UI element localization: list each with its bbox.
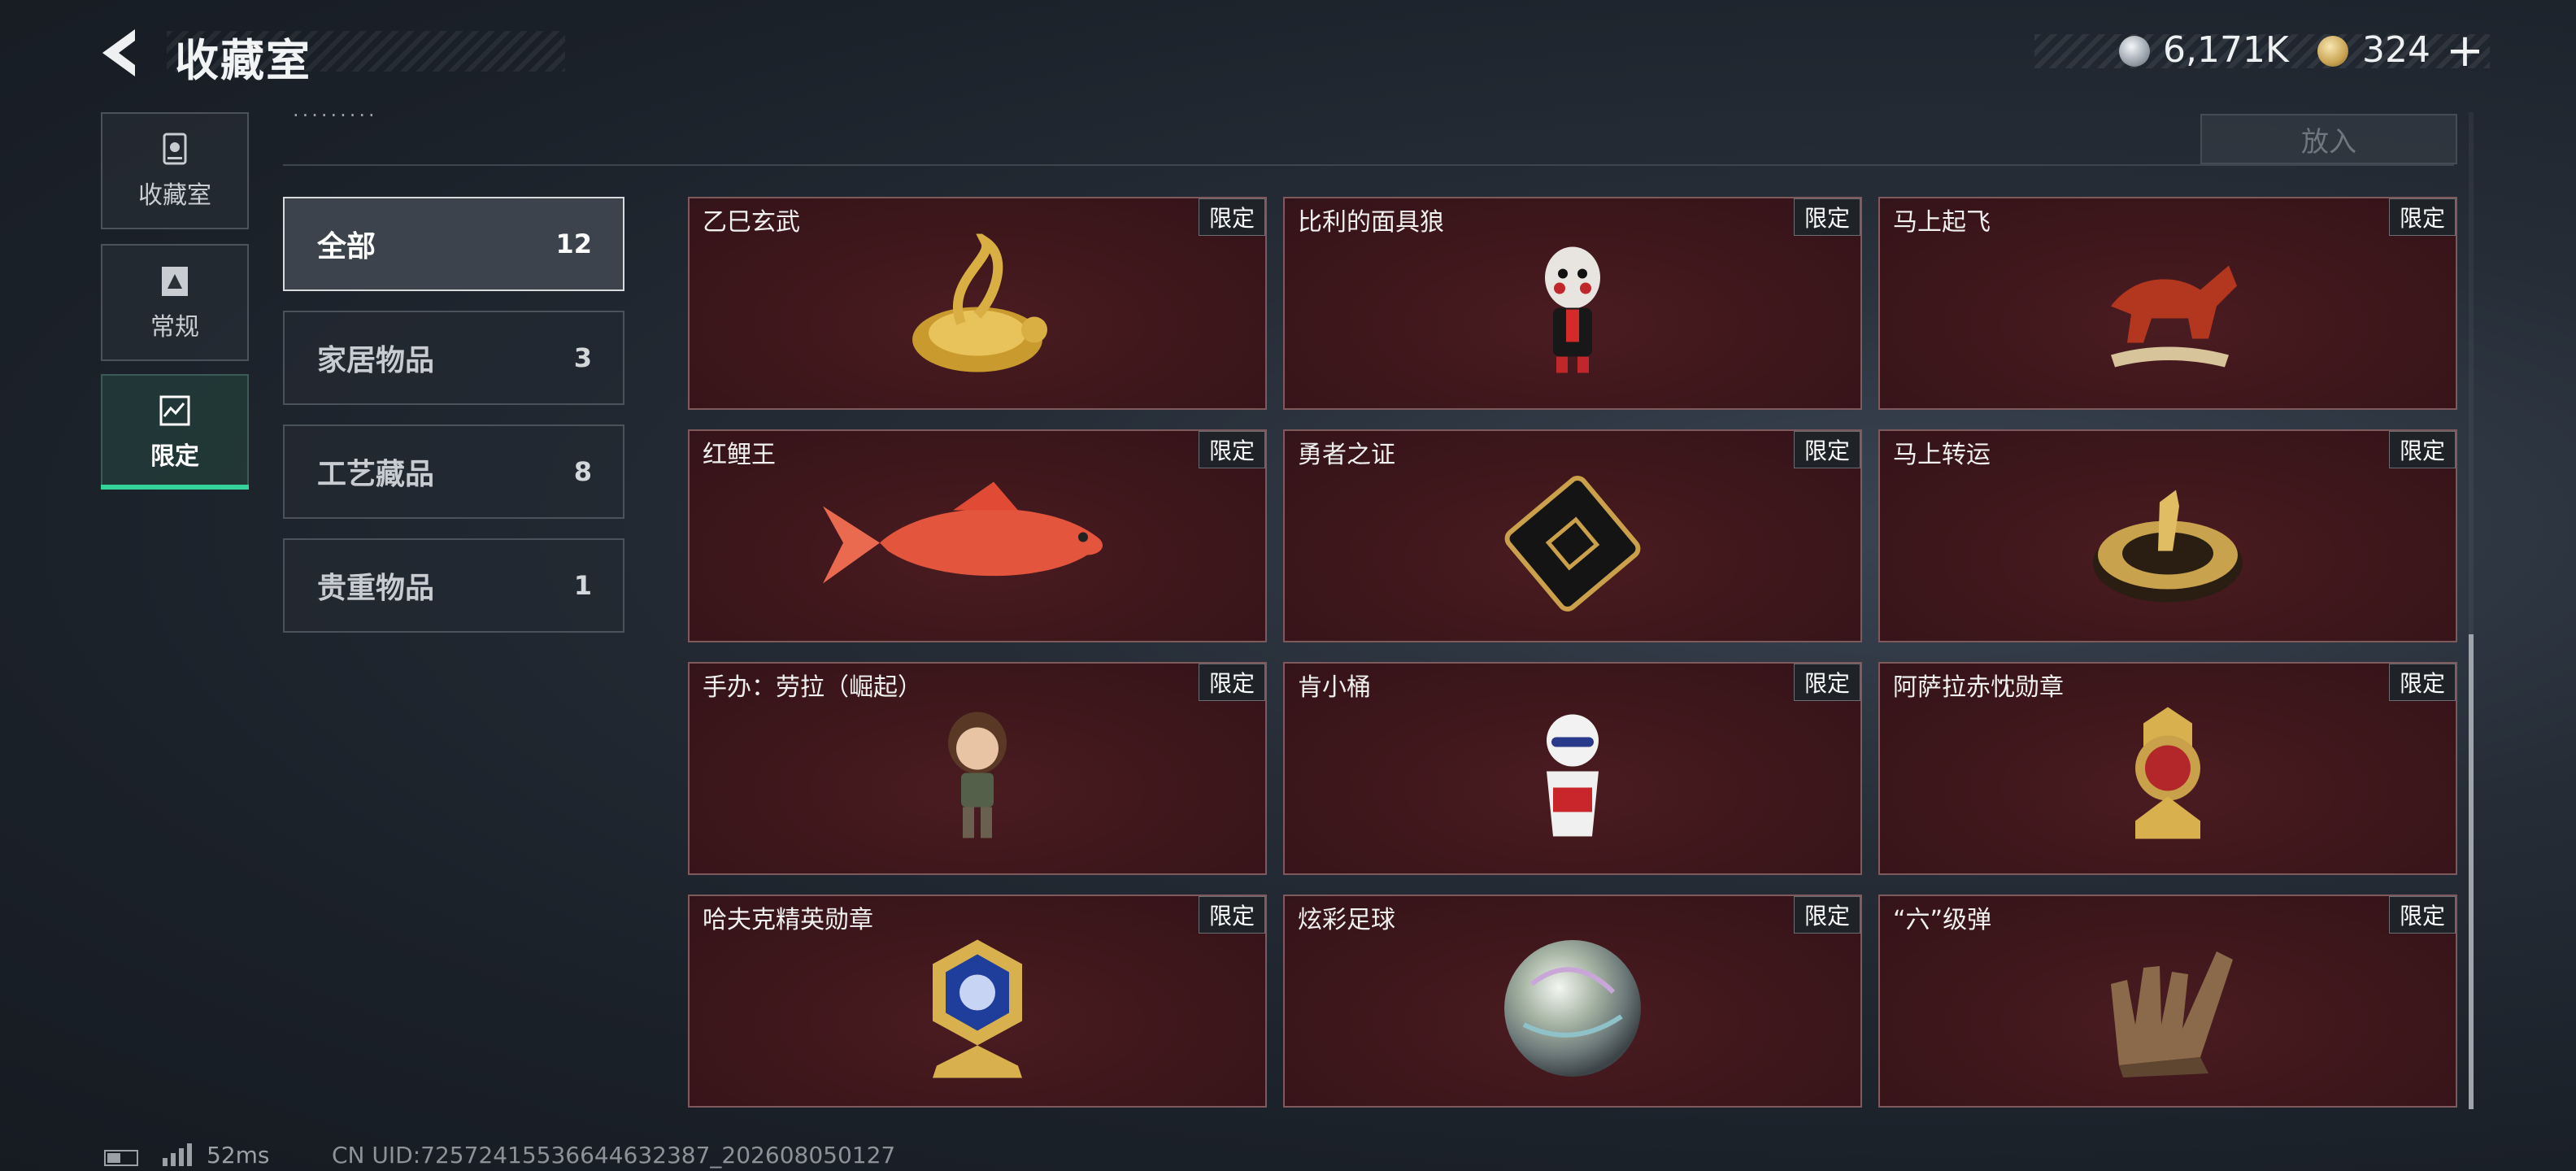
item-name: 马上转运 [1893, 441, 1991, 469]
item-name: 手办：劳拉（崛起） [703, 673, 922, 702]
lara-figure-icon [948, 712, 1007, 838]
limited-tag: 限定 [1794, 198, 1860, 236]
iridescent-ball-icon [1504, 940, 1641, 1077]
item-card[interactable]: 马上转运 限定 [1878, 429, 2457, 642]
item-name: 马上起飞 [1893, 208, 1991, 237]
signal-bar-icon [187, 1143, 192, 1166]
truncated-text: ········· [293, 104, 378, 127]
category-valuable[interactable]: 贵重物品 1 [283, 538, 624, 633]
scrollbar-thumb[interactable] [2469, 634, 2474, 1109]
item-card[interactable]: 肯小桶 限定 [1283, 662, 1862, 875]
category-count: 12 [555, 229, 592, 259]
gold-coin-icon [2317, 36, 2348, 67]
colonel-bucket-figure-icon [1547, 714, 1599, 837]
nav-item-label: 收藏室 [138, 181, 211, 210]
golden-horse-compass-icon [2093, 490, 2243, 603]
back-arrow-icon [102, 29, 135, 76]
limited-tag: 限定 [2389, 198, 2456, 236]
limited-tag: 限定 [1199, 198, 1265, 236]
uid-text: CN UID:7257241553664463238​7_20260805012… [332, 1142, 896, 1169]
limited-tag: 限定 [1199, 431, 1265, 468]
jigsaw-puppet-figure-icon [1545, 246, 1600, 373]
limited-tag: 限定 [2389, 431, 2456, 468]
limited-tag: 限定 [1199, 664, 1265, 701]
limited-tag: 限定 [2389, 896, 2456, 934]
category-name: 全部 [317, 230, 376, 263]
red-horse-statue-icon [2111, 265, 2237, 368]
signal-bar-icon [163, 1158, 168, 1166]
nav-item-limited[interactable]: 限定 [101, 374, 249, 490]
signal-bar-icon [179, 1148, 184, 1166]
collection-icon [163, 133, 187, 165]
item-name: 炫彩足球 [1298, 906, 1395, 934]
item-name: 勇者之证 [1298, 441, 1395, 469]
nav-item-collection[interactable]: 收藏室 [101, 112, 249, 229]
category-count: 3 [573, 342, 592, 373]
limited-tag: 限定 [2389, 664, 2456, 701]
gold-currency-value: 324 [2362, 29, 2430, 71]
item-name: 哈夫克精英勋章 [703, 906, 873, 934]
back-button[interactable] [96, 24, 153, 81]
item-card[interactable]: 阿萨拉赤忱勋章 限定 [1878, 662, 2457, 875]
item-name: 乙巳玄武 [703, 208, 800, 237]
bronze-hand-statue-icon [2111, 951, 2233, 1077]
item-name: “六”级弹 [1893, 906, 1992, 934]
nav-item-regular[interactable]: 常规 [101, 244, 249, 361]
item-name: 红鲤王 [703, 441, 776, 469]
black-gold-card-icon [1504, 476, 1641, 612]
limited-tag: 限定 [1794, 664, 1860, 701]
page-title: 收藏室 [175, 35, 311, 86]
item-card[interactable]: 哈夫克精英勋章 限定 [688, 895, 1267, 1108]
silver-coin-icon [2119, 36, 2150, 67]
category-craft[interactable]: 工艺藏品 8 [283, 424, 624, 519]
item-card[interactable]: 手办：劳拉（崛起） 限定 [688, 662, 1267, 875]
category-all[interactable]: 全部 12 [283, 197, 624, 291]
item-card[interactable]: 勇者之证 限定 [1283, 429, 1862, 642]
regular-icon [162, 267, 188, 296]
limited-tag: 限定 [1794, 896, 1860, 934]
add-currency-button[interactable]: + [2446, 24, 2484, 77]
item-card[interactable]: 乙巳玄武 限定 [688, 197, 1267, 410]
active-indicator [101, 485, 249, 490]
category-name: 工艺藏品 [317, 458, 435, 491]
silver-currency-value: 6,171K [2163, 29, 2289, 71]
red-carp-icon [823, 481, 1103, 584]
category-count: 8 [573, 456, 592, 487]
red-gold-medal-icon [2135, 707, 2200, 839]
nav-item-label: 限定 [150, 442, 199, 471]
item-card[interactable]: 比利的面具狼 限定 [1283, 197, 1862, 410]
blue-gold-medal-icon [933, 939, 1022, 1078]
nav-item-label: 常规 [150, 313, 199, 342]
category-name: 家居物品 [317, 344, 435, 377]
item-card[interactable]: 红鲤王 限定 [688, 429, 1267, 642]
limited-tag: 限定 [1199, 896, 1265, 934]
item-name: 阿萨拉赤忱勋章 [1893, 673, 2064, 702]
put-in-button[interactable]: 放入 [2200, 114, 2457, 164]
battery-level [107, 1153, 120, 1163]
category-count: 1 [573, 570, 592, 601]
ping-text: 52ms [207, 1142, 270, 1169]
divider [283, 164, 2454, 166]
limited-icon [159, 395, 190, 426]
limited-tag: 限定 [1794, 431, 1860, 468]
category-name: 贵重物品 [317, 572, 435, 605]
signal-bar-icon [171, 1153, 176, 1166]
item-card[interactable]: 炫彩足球 限定 [1283, 895, 1862, 1108]
item-card[interactable]: “六”级弹 限定 [1878, 895, 2457, 1108]
item-card[interactable]: 马上起飞 限定 [1878, 197, 2457, 410]
item-name: 肯小桶 [1298, 673, 1371, 702]
golden-snake-turtle-icon [912, 233, 1047, 372]
category-home[interactable]: 家居物品 3 [283, 311, 624, 405]
item-name: 比利的面具狼 [1298, 208, 1444, 237]
